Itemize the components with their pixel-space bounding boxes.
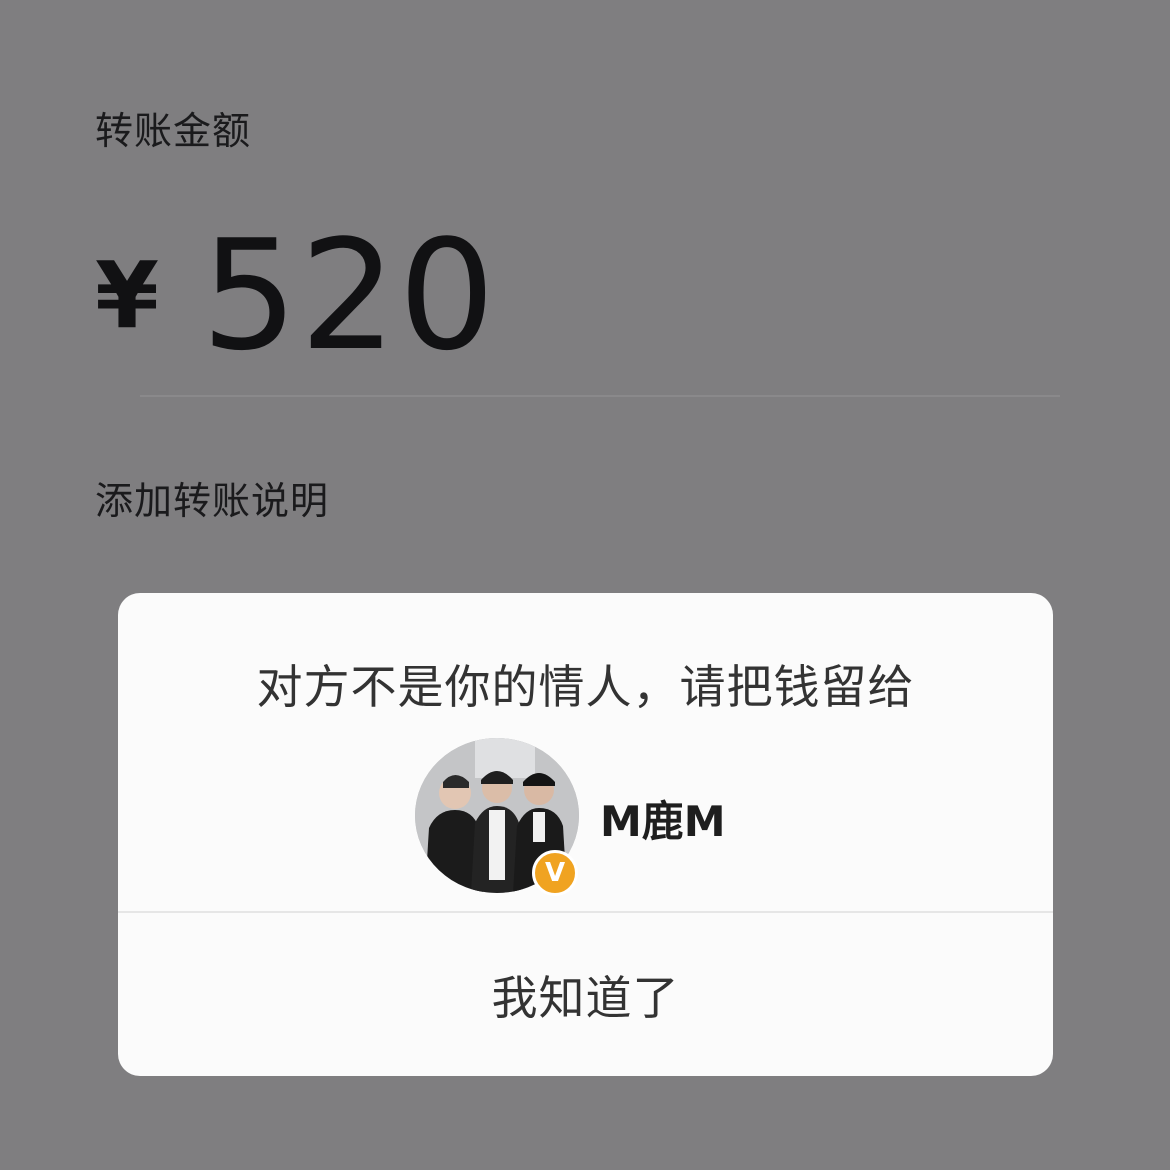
verified-badge-icon: V bbox=[532, 850, 578, 896]
amount-input[interactable]: ¥ 520 bbox=[95, 207, 497, 384]
dialog-message: 对方不是你的情人，请把钱留给 bbox=[256, 660, 915, 714]
amount-value: 520 bbox=[201, 206, 498, 384]
verified-badge-text: V bbox=[544, 858, 566, 888]
amount-divider bbox=[140, 395, 1060, 397]
amount-label: 转账金额 bbox=[95, 109, 252, 153]
confirm-button[interactable]: 我知道了 bbox=[118, 913, 1053, 1076]
add-note-link[interactable]: 添加转账说明 bbox=[95, 470, 329, 525]
currency-symbol: ¥ bbox=[95, 241, 160, 349]
alert-dialog: 对方不是你的情人，请把钱留给 V M鹿M 我知道了 bbox=[118, 593, 1053, 1076]
username[interactable]: M鹿M bbox=[600, 788, 726, 849]
